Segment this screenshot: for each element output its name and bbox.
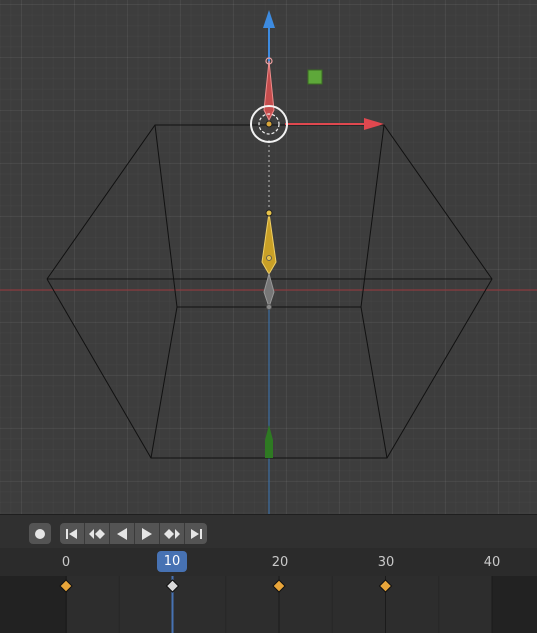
keyframe-track[interactable] (0, 576, 537, 633)
gizmo-plane-handle[interactable] (307, 69, 323, 85)
play-icon (142, 527, 152, 540)
3d-viewport[interactable] (0, 0, 537, 514)
ruler-tick-label: 40 (483, 555, 501, 570)
jump-to-end-button[interactable] (185, 523, 207, 544)
timeline-editor[interactable]: 0 10 20 30 40 (0, 514, 537, 633)
record-icon (35, 528, 45, 539)
bone-joint-point[interactable] (266, 255, 272, 261)
record-button[interactable] (29, 523, 51, 544)
play-reverse-button[interactable] (110, 523, 135, 544)
current-frame-indicator[interactable]: 10 (157, 551, 187, 572)
origin-y-marker (265, 425, 273, 458)
jump-to-start-icon (66, 528, 77, 539)
gizmo-z-arrow-icon[interactable] (263, 10, 275, 28)
ruler-tick-label: 30 (377, 555, 395, 570)
playback-controls (60, 523, 207, 544)
play-reverse-icon (117, 527, 127, 540)
play-button[interactable] (135, 523, 160, 544)
gizmo-pivot-point (265, 120, 273, 128)
timeline-header (0, 514, 537, 548)
ruler-tick-label: 20 (271, 555, 289, 570)
gizmo-x-arrow-icon[interactable] (364, 118, 384, 130)
viewport-scene (0, 10, 537, 514)
frame-ruler[interactable]: 0 10 20 30 40 (0, 548, 537, 576)
selected-bone[interactable] (263, 60, 275, 122)
ruler-tick-label: 0 (61, 555, 71, 570)
next-keyframe-icon (164, 528, 180, 539)
bone-tip-point[interactable] (266, 304, 272, 310)
keyframe-track-canvas (59, 576, 493, 633)
jump-to-end-icon (191, 528, 202, 539)
next-keyframe-button[interactable] (160, 523, 185, 544)
keyframe-diamond[interactable] (165, 579, 180, 593)
keyframe-diamond[interactable] (272, 579, 286, 593)
active-bone[interactable] (261, 212, 277, 275)
keyframe-diamond[interactable] (59, 579, 73, 593)
keyframe-diamond[interactable] (378, 579, 393, 593)
previous-keyframe-button[interactable] (85, 523, 110, 544)
jump-to-start-button[interactable] (60, 523, 85, 544)
bone-head-point[interactable] (265, 209, 273, 217)
previous-keyframe-icon (89, 528, 105, 539)
